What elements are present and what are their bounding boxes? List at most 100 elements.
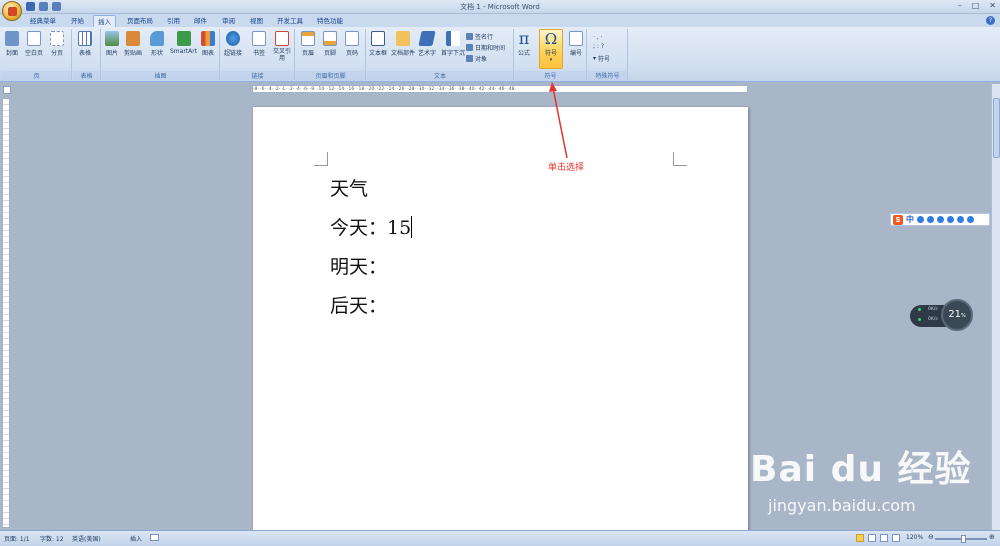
- upload-icon: [918, 308, 921, 311]
- header-icon: [301, 31, 315, 46]
- numbering-button[interactable]: 编号: [569, 31, 583, 57]
- ruler-toggle[interactable]: [3, 86, 11, 94]
- outline-view-icon[interactable]: [892, 534, 900, 542]
- group-label-links: 链接: [221, 71, 294, 80]
- ime-mode[interactable]: 中: [906, 214, 914, 225]
- maximize-icon[interactable]: □: [972, 1, 980, 10]
- object-button[interactable]: 对象: [466, 54, 487, 63]
- keyboard-icon[interactable]: [947, 216, 954, 223]
- picture-button[interactable]: 图片: [105, 31, 119, 57]
- minimize-icon[interactable]: –: [958, 1, 962, 10]
- hyperlink-button[interactable]: 超链接: [224, 31, 242, 57]
- annotation-arrow: [549, 82, 568, 159]
- tab-home[interactable]: 开始: [67, 15, 88, 27]
- horizontal-ruler[interactable]: ·8· ·6· ·4· ·2· ·L· ·2· ·4· ·6· ·8· ·10·…: [252, 85, 748, 93]
- cover-page-icon: [5, 31, 19, 46]
- scrollbar-thumb[interactable]: [993, 98, 1000, 158]
- group-pages: 封面 空白页 分页 页: [2, 29, 72, 80]
- tab-references[interactable]: 引用: [163, 15, 184, 27]
- vertical-scrollbar[interactable]: [991, 84, 1000, 530]
- office-button[interactable]: [2, 1, 22, 21]
- zoom-out-icon[interactable]: ⊖: [928, 533, 934, 541]
- equation-button[interactable]: π 公式: [517, 31, 531, 58]
- special-symbols-grid[interactable]: · , ·; : ?: [593, 33, 604, 51]
- globe-icon: [226, 31, 240, 46]
- ime-toolbar[interactable]: S 中: [890, 213, 990, 226]
- drop-cap-icon: [446, 31, 460, 46]
- tab-insert[interactable]: 插入: [93, 15, 116, 27]
- footer-button[interactable]: 页脚: [323, 31, 337, 57]
- calendar-icon: [466, 44, 473, 51]
- group-label-text: 文本: [367, 71, 513, 80]
- bookmark-button[interactable]: 书签: [252, 31, 266, 57]
- close-icon[interactable]: ✕: [989, 1, 996, 10]
- group-text: 文本框 文档部件 艺术字 首字下沉 签名行 日期和时间 对象 文本: [367, 29, 514, 80]
- doc-line-2[interactable]: 今天：15: [330, 213, 413, 240]
- numbering-icon: [569, 31, 583, 46]
- tab-page-layout[interactable]: 页面布局: [123, 15, 157, 27]
- margin-corner-top-left: [314, 152, 328, 166]
- punctuation-icon[interactable]: [917, 216, 924, 223]
- vertical-ruler[interactable]: [2, 98, 10, 528]
- print-layout-icon[interactable]: [856, 534, 864, 542]
- title-bar: 文档 1 - Microsoft Word – □ ✕: [0, 0, 1000, 14]
- group-special-symbols: · , ·; : ? ▾ 符号 特殊符号: [588, 29, 628, 80]
- emoji-icon[interactable]: [927, 216, 934, 223]
- web-layout-icon[interactable]: [880, 534, 888, 542]
- page-count[interactable]: 页面: 1/1: [4, 534, 30, 543]
- text-cursor: [411, 216, 413, 238]
- cross-reference-button[interactable]: 交叉引用: [273, 31, 291, 62]
- quick-parts-button[interactable]: 文档部件: [391, 31, 415, 57]
- group-label-tables: 表格: [73, 71, 100, 80]
- tab-review[interactable]: 审阅: [218, 15, 239, 27]
- tab-special-features[interactable]: 特色功能: [313, 15, 347, 27]
- tab-mailings[interactable]: 邮件: [190, 15, 211, 27]
- zoom-slider[interactable]: [935, 535, 987, 543]
- chart-button[interactable]: 图表: [201, 31, 215, 57]
- insert-mode[interactable]: 插入: [130, 534, 142, 543]
- language-status[interactable]: 英语(美国): [72, 534, 101, 543]
- quick-parts-icon: [396, 31, 410, 46]
- signature-line-button[interactable]: 签名行: [466, 32, 493, 41]
- doc-line-1[interactable]: 天气: [330, 174, 368, 201]
- toolbox-icon[interactable]: [967, 216, 974, 223]
- cover-page-button[interactable]: 封面: [5, 31, 19, 57]
- skin-icon[interactable]: [957, 216, 964, 223]
- tab-classic-menu[interactable]: 经典菜单: [26, 15, 60, 27]
- zoom-level[interactable]: 120%: [906, 534, 923, 541]
- microphone-icon[interactable]: [937, 216, 944, 223]
- tab-developer[interactable]: 开发工具: [273, 15, 307, 27]
- special-symbol-button[interactable]: ▾ 符号: [593, 54, 610, 63]
- header-button[interactable]: 页眉: [301, 31, 315, 57]
- doc-line-4[interactable]: 后天：: [330, 291, 387, 318]
- macro-icon[interactable]: [150, 534, 159, 541]
- document-page[interactable]: 天气 今天：15 明天： 后天：: [253, 107, 748, 546]
- shapes-button[interactable]: 形状: [150, 31, 164, 57]
- doc-line-3[interactable]: 明天：: [330, 252, 387, 279]
- wordart-button[interactable]: 艺术字: [418, 31, 436, 57]
- word-count[interactable]: 字数: 12: [40, 534, 64, 543]
- group-label-header-footer: 页眉和页脚: [296, 71, 365, 80]
- zoom-in-icon[interactable]: ⊕: [989, 533, 995, 541]
- symbol-button[interactable]: Ω 符号 ▾: [539, 29, 563, 69]
- download-speed: 0K/s: [928, 317, 938, 322]
- drop-cap-button[interactable]: 首字下沉: [441, 31, 465, 57]
- clip-art-button[interactable]: 剪贴画: [124, 31, 142, 57]
- zoom-slider-knob[interactable]: [961, 535, 966, 543]
- smartart-button[interactable]: SmartArt: [170, 31, 197, 55]
- annotation-label: 单击选择: [548, 163, 585, 173]
- page-number-button[interactable]: 页码: [345, 31, 359, 57]
- full-screen-reading-icon[interactable]: [868, 534, 876, 542]
- page-break-button[interactable]: 分页: [50, 31, 64, 57]
- blank-page-button[interactable]: 空白页: [25, 31, 43, 57]
- sogou-logo-icon: S: [893, 214, 903, 225]
- date-time-button[interactable]: 日期和时间: [466, 43, 505, 52]
- text-box-button[interactable]: 文本框: [369, 31, 387, 57]
- table-button[interactable]: 表格: [78, 31, 92, 57]
- memory-usage-circle[interactable]: 21%: [941, 299, 973, 331]
- tab-view[interactable]: 视图: [246, 15, 267, 27]
- help-icon[interactable]: ?: [986, 16, 995, 25]
- margin-corner-top-right: [673, 152, 687, 166]
- group-label-pages: 页: [2, 71, 71, 80]
- shapes-icon: [150, 31, 164, 46]
